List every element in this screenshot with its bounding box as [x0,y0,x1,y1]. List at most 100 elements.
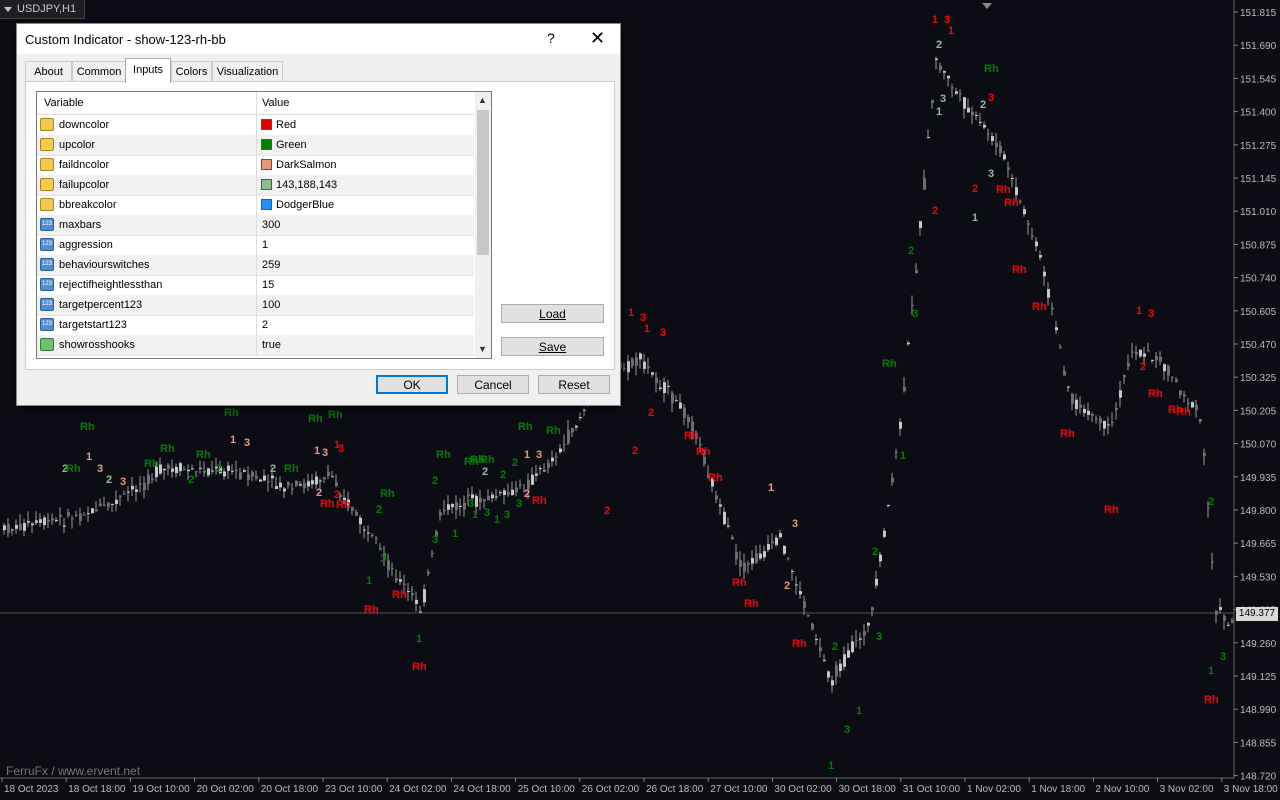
reset-button[interactable]: Reset [538,375,610,394]
signal-label: Rh [546,425,561,437]
candle-body [735,551,738,560]
candle-body [491,494,494,499]
input-row-faildncolor[interactable]: faildncolor DarkSalmon [37,155,474,176]
candle-body [43,517,46,526]
price-tick-label: 149.530 [1240,572,1277,583]
signal-label: Rh [684,430,699,442]
grid-scrollbar[interactable]: ▲ ▼ [475,92,491,358]
cancel-button[interactable]: Cancel [457,375,529,394]
candle-body [671,393,674,404]
input-row-downcolor[interactable]: downcolor Red [37,115,474,136]
candle-body [31,523,34,526]
candle-body [627,361,630,373]
candle-body [943,71,946,73]
candle-body [963,97,966,109]
signal-label: 2 [784,580,790,592]
signal-label: Rh [1032,301,1047,313]
candle-body [327,472,330,476]
candle-body [55,519,58,521]
tab-about[interactable]: About [25,61,72,82]
input-value[interactable]: 2 [262,319,268,331]
help-button[interactable]: ? [547,30,555,46]
candle-body [207,468,210,476]
signal-label: 1 [1208,665,1214,677]
candle-body [479,498,482,503]
candle-body [379,547,382,550]
scroll-down-icon[interactable]: ▼ [478,344,487,354]
input-row-aggression[interactable]: 123 aggression 1 [37,235,474,256]
tab-visualization[interactable]: Visualization [212,61,283,82]
candle-body [1119,390,1122,398]
input-value[interactable]: 1 [262,239,268,251]
candle-body [703,456,706,465]
signal-label: 3 [844,724,850,736]
signal-label: 1 [900,450,906,462]
input-value[interactable]: true [262,339,281,351]
candle-body [259,479,262,482]
input-row-targetpercent123[interactable]: 123 targetpercent123 100 [37,295,474,316]
close-button[interactable]: ✕ [590,28,605,49]
input-value[interactable]: DodgerBlue [276,199,334,211]
candle-body [979,121,982,123]
candle-body [951,87,954,89]
input-row-rejectifheightlessthan[interactable]: 123 rejectifheightlessthan 15 [37,275,474,296]
input-row-maxbars[interactable]: 123 maxbars 300 [37,215,474,236]
signal-label: Rh [144,458,159,470]
input-value[interactable]: 300 [262,219,280,231]
symbol-tab[interactable]: USDJPY,H1 [0,0,86,19]
signal-label: 1 [856,705,862,717]
input-value[interactable]: Red [276,119,296,131]
scroll-thumb[interactable] [477,110,489,255]
input-name: faildncolor [59,159,110,171]
save-button[interactable]: Save [501,337,604,356]
signal-label: 1 [230,434,236,446]
boolean-icon [40,338,54,351]
candle-body [251,471,254,477]
column-variable[interactable]: Variable [44,97,84,109]
candle-body [1031,235,1034,237]
candle-body [659,387,662,389]
candle-body [63,525,66,527]
candle-body [875,578,878,586]
input-value[interactable]: 15 [262,279,274,291]
input-row-behaviourswitches[interactable]: 123 behaviourswitches 259 [37,255,474,276]
scroll-up-icon[interactable]: ▲ [478,95,487,105]
signal-label: Rh [1176,406,1191,418]
input-value[interactable]: Green [276,139,307,151]
load-button[interactable]: Load [501,304,604,323]
candle-body [987,133,990,135]
ok-button[interactable]: OK [376,375,448,394]
input-value[interactable]: 143,188,143 [276,179,337,191]
tab-common[interactable]: Common [72,61,126,82]
price-tick-label: 151.545 [1240,74,1277,85]
input-row-targetstart123[interactable]: 123 targetstart123 2 [37,315,474,336]
candle-body [255,476,258,479]
candle-body [543,470,546,472]
candle-body [1159,356,1162,362]
candle-body [919,221,922,228]
candle-body [359,517,362,525]
candle-body [187,469,190,472]
input-row-bbreakcolor[interactable]: bbreakcolor DodgerBlue [37,195,474,216]
candle-body [19,523,22,530]
input-value[interactable]: 259 [262,259,280,271]
signal-label: 1 [828,760,834,772]
input-row-failupcolor[interactable]: failupcolor 143,188,143 [37,175,474,196]
candle-body [291,488,294,490]
input-row-showrosshooks[interactable]: showrosshooks true [37,335,474,356]
tab-inputs[interactable]: Inputs [125,58,171,83]
candle-body [723,511,726,525]
candle-body [559,448,562,453]
candle-body [315,476,318,485]
input-row-upcolor[interactable]: upcolor Green [37,135,474,156]
signal-label: Rh [984,63,999,75]
signal-label: 2 [188,474,194,486]
input-value[interactable]: DarkSalmon [276,159,337,171]
input-value[interactable]: 100 [262,299,280,311]
candle-body [503,490,506,495]
tab-colors[interactable]: Colors [171,61,212,82]
inputs-grid[interactable]: Variable Value downcolor Red upcolor Green f… [36,91,492,359]
price-tick-label: 151.145 [1240,174,1277,185]
column-value[interactable]: Value [262,97,289,109]
candle-body [1107,424,1110,426]
